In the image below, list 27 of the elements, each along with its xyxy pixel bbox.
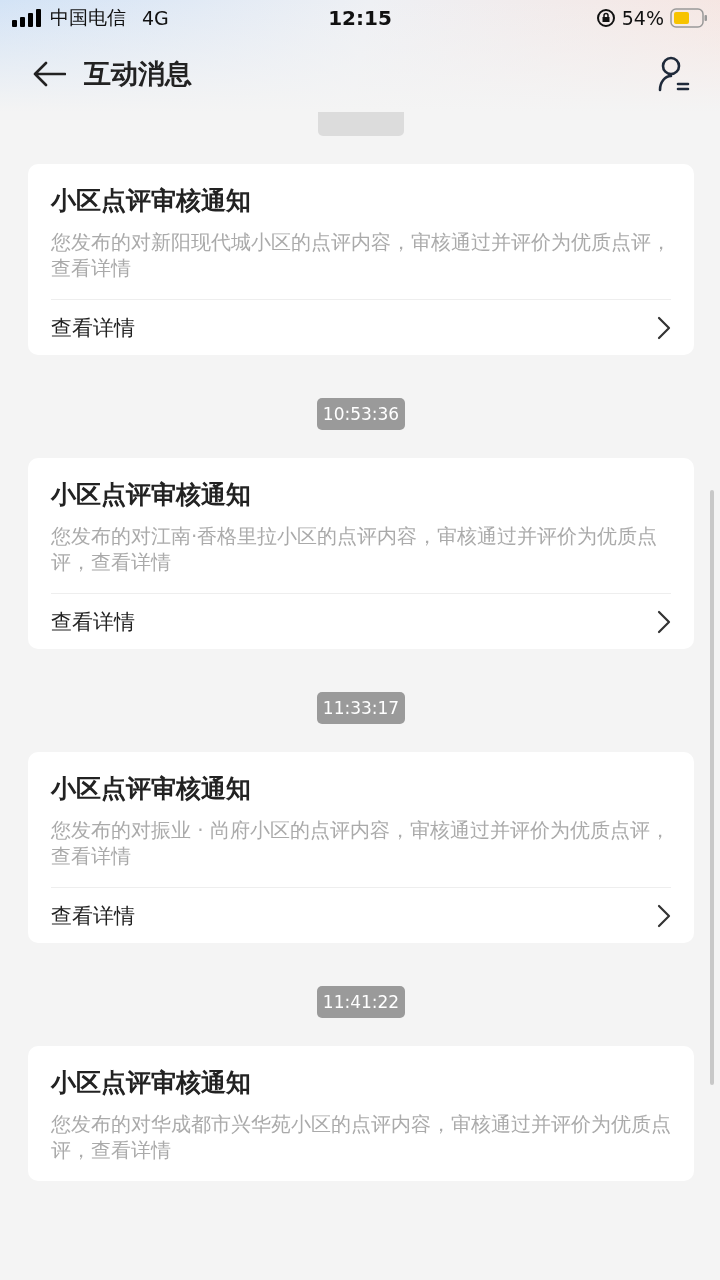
timestamp: 10:53:36	[316, 398, 406, 430]
message-body: 您发布的对江南·香格里拉小区的点评内容，审核通过并评价为优质点评，查看详情	[51, 523, 659, 576]
network-type: 4G	[142, 7, 169, 29]
chevron-right-icon	[657, 903, 671, 928]
message-body: 您发布的对振业 · 尚府小区的点评内容，审核通过并评价为优质点评，查看详情	[51, 817, 671, 870]
timestamp: 11:41:22	[316, 986, 406, 1018]
message-body: 您发布的对华成都市兴华苑小区的点评内容，审核通过并评价为优质点评，查看详情	[51, 1111, 671, 1164]
battery-percent: 54%	[621, 7, 664, 29]
view-details-link[interactable]: 查看详情	[51, 887, 671, 943]
page-title: 互动消息	[84, 57, 193, 91]
message-body: 您发布的对新阳现代城小区的点评内容，审核通过并评价为优质点评，查看详情	[51, 229, 671, 282]
message-title: 小区点评审核通知	[51, 185, 252, 217]
chevron-right-icon	[657, 315, 671, 340]
rotation-lock-icon	[595, 8, 616, 28]
message-title: 小区点评审核通知	[51, 479, 252, 511]
carrier-name: 中国电信	[50, 5, 126, 30]
chevron-right-icon	[657, 609, 671, 634]
clock: 12:15	[328, 6, 392, 30]
message-title: 小区点评审核通知	[51, 773, 252, 805]
timestamp: 11:33:17	[316, 692, 406, 724]
signal-icon	[12, 9, 42, 27]
battery-icon	[670, 8, 708, 28]
view-details-link[interactable]: 查看详情	[51, 593, 671, 649]
contacts-icon[interactable]	[658, 56, 690, 92]
back-icon[interactable]	[32, 61, 66, 87]
message-title: 小区点评审核通知	[51, 1067, 252, 1099]
view-details-link[interactable]: 查看详情	[51, 299, 671, 355]
